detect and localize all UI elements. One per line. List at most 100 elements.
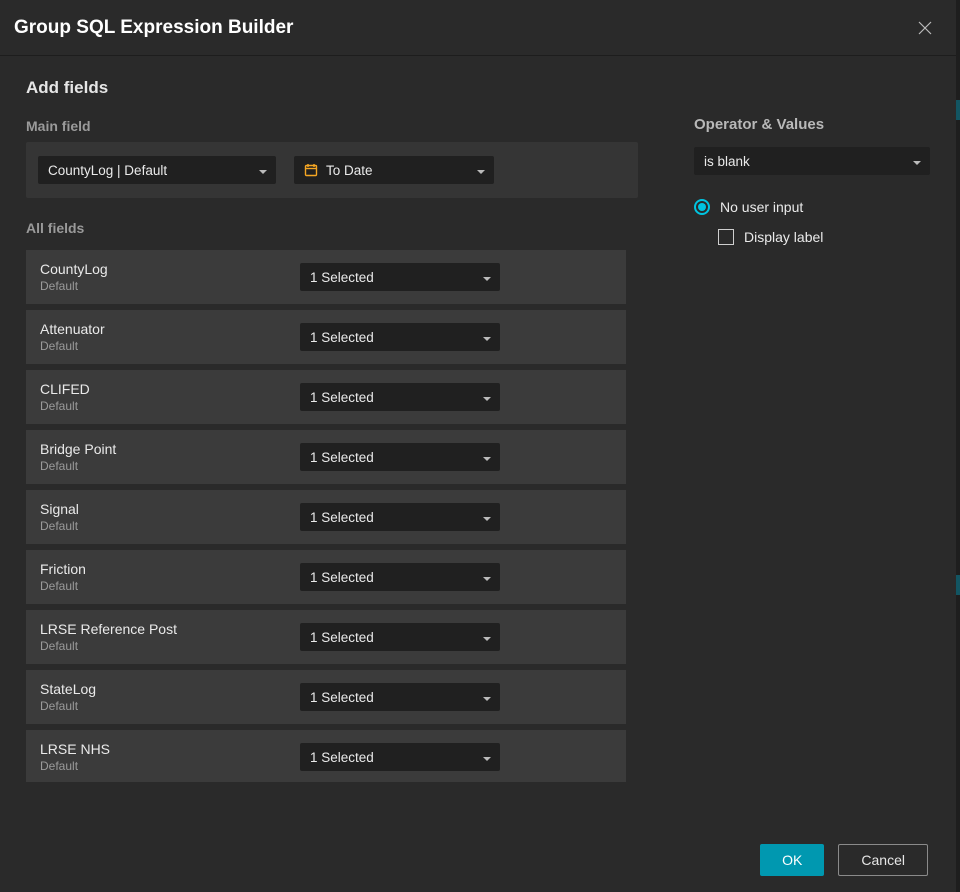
field-row[interactable]: Bridge Point Default 1 Selected — [26, 430, 626, 484]
main-field-label: Main field — [26, 108, 660, 142]
dialog-body: Add fields Main field CountyLog | Defaul… — [0, 56, 956, 828]
chevron-down-icon — [482, 452, 492, 462]
field-name-block: StateLog Default — [40, 681, 280, 713]
field-row[interactable]: LRSE NHS Default 1 Selected — [26, 730, 626, 782]
main-field-select[interactable]: CountyLog | Default — [38, 156, 276, 184]
chevron-down-icon — [482, 332, 492, 342]
chevron-down-icon — [476, 165, 486, 175]
field-name: Signal — [40, 501, 280, 517]
chevron-down-icon — [482, 632, 492, 642]
display-label-checkbox[interactable]: Display label — [694, 229, 930, 245]
field-name: CLIFED — [40, 381, 280, 397]
field-name: LRSE Reference Post — [40, 621, 280, 637]
field-subtext: Default — [40, 579, 280, 593]
field-subtext: Default — [40, 639, 280, 653]
ok-button[interactable]: OK — [760, 844, 824, 876]
right-edge-accent — [956, 100, 960, 120]
operator-value: is blank — [704, 154, 750, 169]
field-subtext: Default — [40, 459, 280, 473]
left-column: Main field CountyLog | Default To Date — [0, 108, 660, 828]
right-edge-accent-2 — [956, 575, 960, 595]
field-selection-select[interactable]: 1 Selected — [300, 743, 500, 771]
field-selection-value: 1 Selected — [310, 630, 374, 645]
chevron-down-icon — [482, 512, 492, 522]
field-row[interactable]: SignalDefault 1 Selected — [26, 490, 626, 544]
operator-values-heading: Operator & Values — [694, 116, 930, 133]
dialog-titlebar: Group SQL Expression Builder — [0, 0, 956, 56]
main-field-value: CountyLog | Default — [48, 163, 167, 178]
right-column: Operator & Values is blank No user input… — [694, 108, 956, 828]
field-name: StateLog — [40, 681, 280, 697]
cancel-button[interactable]: Cancel — [838, 844, 928, 876]
field-selection-select[interactable]: 1 Selected — [300, 263, 500, 291]
all-fields-label: All fields — [26, 198, 660, 244]
chevron-down-icon — [912, 156, 922, 166]
cancel-button-label: Cancel — [861, 852, 905, 868]
chevron-down-icon — [482, 752, 492, 762]
field-name: Bridge Point — [40, 441, 280, 457]
add-fields-heading: Add fields — [0, 56, 956, 108]
field-row[interactable]: Friction Default 1 Selected — [26, 550, 626, 604]
no-user-input-radio[interactable]: No user input — [694, 199, 930, 215]
dialog-title: Group SQL Expression Builder — [14, 17, 293, 39]
checkbox-unchecked-icon — [718, 229, 734, 245]
field-name: Attenuator — [40, 321, 280, 337]
field-name-block: CountyLog Default — [40, 261, 280, 293]
to-date-label: To Date — [326, 163, 468, 178]
field-subtext: Default — [40, 399, 280, 413]
chevron-down-icon — [482, 272, 492, 282]
field-selection-value: 1 Selected — [310, 690, 374, 705]
field-subtext: Default — [40, 759, 280, 773]
field-selection-value: 1 Selected — [310, 270, 374, 285]
chevron-down-icon — [258, 165, 268, 175]
field-name-block: LRSE Reference Post Default — [40, 621, 280, 653]
field-selection-value: 1 Selected — [310, 510, 374, 525]
chevron-down-icon — [482, 392, 492, 402]
field-selection-value: 1 Selected — [310, 570, 374, 585]
field-selection-select[interactable]: 1 Selected — [300, 443, 500, 471]
close-button[interactable] — [916, 19, 934, 37]
operator-select[interactable]: is blank — [694, 147, 930, 175]
field-row[interactable]: LRSE Reference Post Default 1 Selected — [26, 610, 626, 664]
field-name-block: LRSE NHS Default — [40, 741, 280, 773]
field-selection-value: 1 Selected — [310, 450, 374, 465]
chevron-down-icon — [482, 572, 492, 582]
field-name-block: Attenuator Default — [40, 321, 280, 353]
field-name-block: SignalDefault — [40, 501, 280, 533]
field-name: CountyLog — [40, 261, 280, 277]
field-row[interactable]: CountyLog Default 1 Selected — [26, 250, 626, 304]
field-row[interactable]: StateLog Default 1 Selected — [26, 670, 626, 724]
main-field-box: CountyLog | Default To Date — [26, 142, 638, 198]
field-name-block: Bridge Point Default — [40, 441, 280, 473]
all-fields-list[interactable]: CountyLog Default 1 Selected Attenuator Defa… — [26, 250, 642, 782]
field-name-block: Friction Default — [40, 561, 280, 593]
field-selection-select[interactable]: 1 Selected — [300, 563, 500, 591]
field-selection-select[interactable]: 1 Selected — [300, 383, 500, 411]
field-name: Friction — [40, 561, 280, 577]
no-user-input-label: No user input — [720, 199, 803, 215]
close-icon — [916, 19, 934, 37]
to-date-select[interactable]: To Date — [294, 156, 494, 184]
chevron-down-icon — [482, 692, 492, 702]
calendar-icon — [304, 163, 318, 177]
radio-selected-icon — [694, 199, 710, 215]
field-row[interactable]: Attenuator Default 1 Selected — [26, 310, 626, 364]
sql-expression-dialog: Group SQL Expression Builder Add fields … — [0, 0, 956, 892]
display-label-text: Display label — [744, 229, 823, 245]
field-subtext: Default — [40, 279, 280, 293]
field-name-block: CLIFED Default — [40, 381, 280, 413]
field-selection-select[interactable]: 1 Selected — [300, 323, 500, 351]
field-selection-value: 1 Selected — [310, 750, 374, 765]
field-selection-value: 1 Selected — [310, 390, 374, 405]
field-subtext: Default — [40, 339, 280, 353]
field-subtext: Default — [40, 699, 280, 713]
field-selection-select[interactable]: 1 Selected — [300, 683, 500, 711]
field-selection-select[interactable]: 1 Selected — [300, 503, 500, 531]
field-row[interactable]: CLIFED Default 1 Selected — [26, 370, 626, 424]
field-selection-select[interactable]: 1 Selected — [300, 623, 500, 651]
field-name: LRSE NHS — [40, 741, 280, 757]
dialog-footer: OK Cancel — [0, 828, 956, 892]
dialog-columns: Main field CountyLog | Default To Date — [0, 108, 956, 828]
ok-button-label: OK — [782, 852, 802, 868]
field-selection-value: 1 Selected — [310, 330, 374, 345]
